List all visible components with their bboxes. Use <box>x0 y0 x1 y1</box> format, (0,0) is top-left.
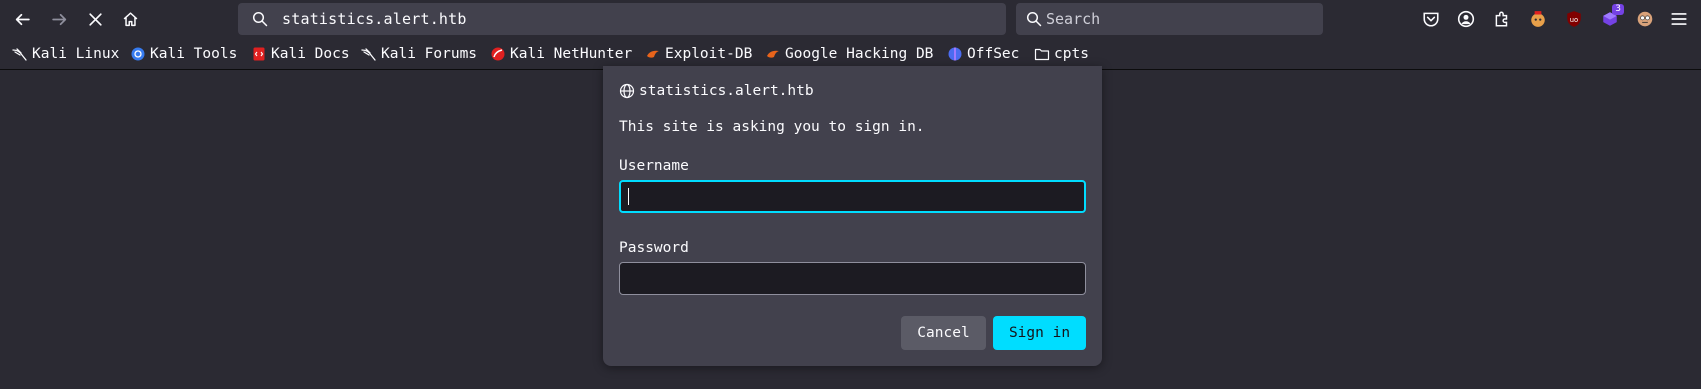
face-extension-icon <box>1637 11 1653 27</box>
app-menu-button[interactable] <box>1669 9 1689 29</box>
bookmark-label: cpts <box>1054 46 1089 62</box>
search-icon <box>252 11 268 27</box>
bookmark-exploit-db[interactable]: Exploit-DB <box>645 44 752 64</box>
search-placeholder: Search <box>1046 10 1101 28</box>
fox-extension-icon <box>1531 11 1545 27</box>
browser-toolbar: statistics.alert.htb Search uo 3 <box>0 0 1701 38</box>
bookmark-kali-tools[interactable]: Kali Tools <box>130 44 237 64</box>
extension-ublock-button[interactable]: uo <box>1564 9 1584 29</box>
puzzle-icon <box>1495 11 1508 27</box>
kali-dragon-icon <box>12 48 27 61</box>
bookmark-label: Kali Forums <box>381 46 478 62</box>
pocket-button[interactable] <box>1421 9 1441 29</box>
bookmark-kali-forums[interactable]: Kali Forums <box>361 44 477 64</box>
bookmark-google-hacking-db[interactable]: Google Hacking DB <box>765 44 933 64</box>
extension-foxyproxy-button[interactable] <box>1528 9 1548 29</box>
bookmark-label: Exploit-DB <box>665 46 753 62</box>
forward-button[interactable] <box>45 5 73 33</box>
close-icon <box>88 12 102 26</box>
dialog-host-text: statistics.alert.htb <box>639 83 814 99</box>
nethunter-icon <box>491 47 505 61</box>
extension-avatar-button[interactable] <box>1635 9 1655 29</box>
text-caret <box>628 188 629 205</box>
bookmark-kali-nethunter[interactable]: Kali NetHunter <box>490 44 632 64</box>
folder-icon <box>1034 48 1050 61</box>
back-button[interactable] <box>8 5 36 33</box>
sign-in-button[interactable]: Sign in <box>993 316 1086 350</box>
pocket-icon <box>1423 12 1439 27</box>
dialog-host: statistics.alert.htb <box>619 83 814 99</box>
search-bar[interactable]: Search <box>1016 3 1323 35</box>
kali-tools-icon <box>131 47 145 61</box>
search-icon <box>1026 11 1042 27</box>
dialog-message: This site is asking you to sign in. <box>619 119 925 135</box>
account-icon <box>1457 10 1475 28</box>
bookmark-label: Kali Docs <box>271 46 350 62</box>
back-arrow-icon <box>15 13 30 25</box>
auth-dialog: statistics.alert.htb This site is asking… <box>603 66 1102 366</box>
bookmark-offsec[interactable]: OffSec <box>947 44 1019 64</box>
bookmark-folder-cpts[interactable]: cpts <box>1034 44 1089 64</box>
globe-icon <box>619 83 635 99</box>
password-label: Password <box>619 240 689 256</box>
url-text[interactable]: statistics.alert.htb <box>282 10 467 28</box>
username-field[interactable] <box>619 180 1086 213</box>
home-icon <box>123 11 137 26</box>
kali-forums-icon <box>361 48 376 61</box>
hamburger-menu-icon <box>1671 13 1687 25</box>
bookmark-kali-docs[interactable]: Kali Docs <box>251 44 350 64</box>
ublock-shield-icon: uo <box>1567 11 1581 27</box>
bookmark-label: Kali NetHunter <box>510 46 633 62</box>
bookmark-kali-linux[interactable]: Kali Linux <box>12 44 119 64</box>
password-field[interactable] <box>619 262 1086 295</box>
url-bar[interactable]: statistics.alert.htb <box>238 3 1006 35</box>
cancel-button[interactable]: Cancel <box>901 316 986 350</box>
bookmark-label: OffSec <box>967 46 1020 62</box>
extension-count-badge: 3 <box>1612 4 1624 15</box>
extension-badge-button[interactable]: 3 <box>1600 4 1624 29</box>
bookmark-label: Google Hacking DB <box>785 46 934 62</box>
forward-arrow-icon <box>51 13 66 25</box>
stop-button[interactable] <box>81 5 109 33</box>
extensions-button[interactable] <box>1492 9 1512 29</box>
account-button[interactable] <box>1456 9 1476 29</box>
home-button[interactable] <box>116 5 144 33</box>
offsec-icon <box>948 47 962 61</box>
exploit-db-icon <box>647 50 659 58</box>
kali-docs-icon <box>253 47 265 61</box>
svg-text:uo: uo <box>1570 16 1578 24</box>
bookmark-label: Kali Linux <box>32 46 120 62</box>
username-label: Username <box>619 158 689 174</box>
ghdb-icon <box>767 50 779 58</box>
bookmark-label: Kali Tools <box>150 46 238 62</box>
